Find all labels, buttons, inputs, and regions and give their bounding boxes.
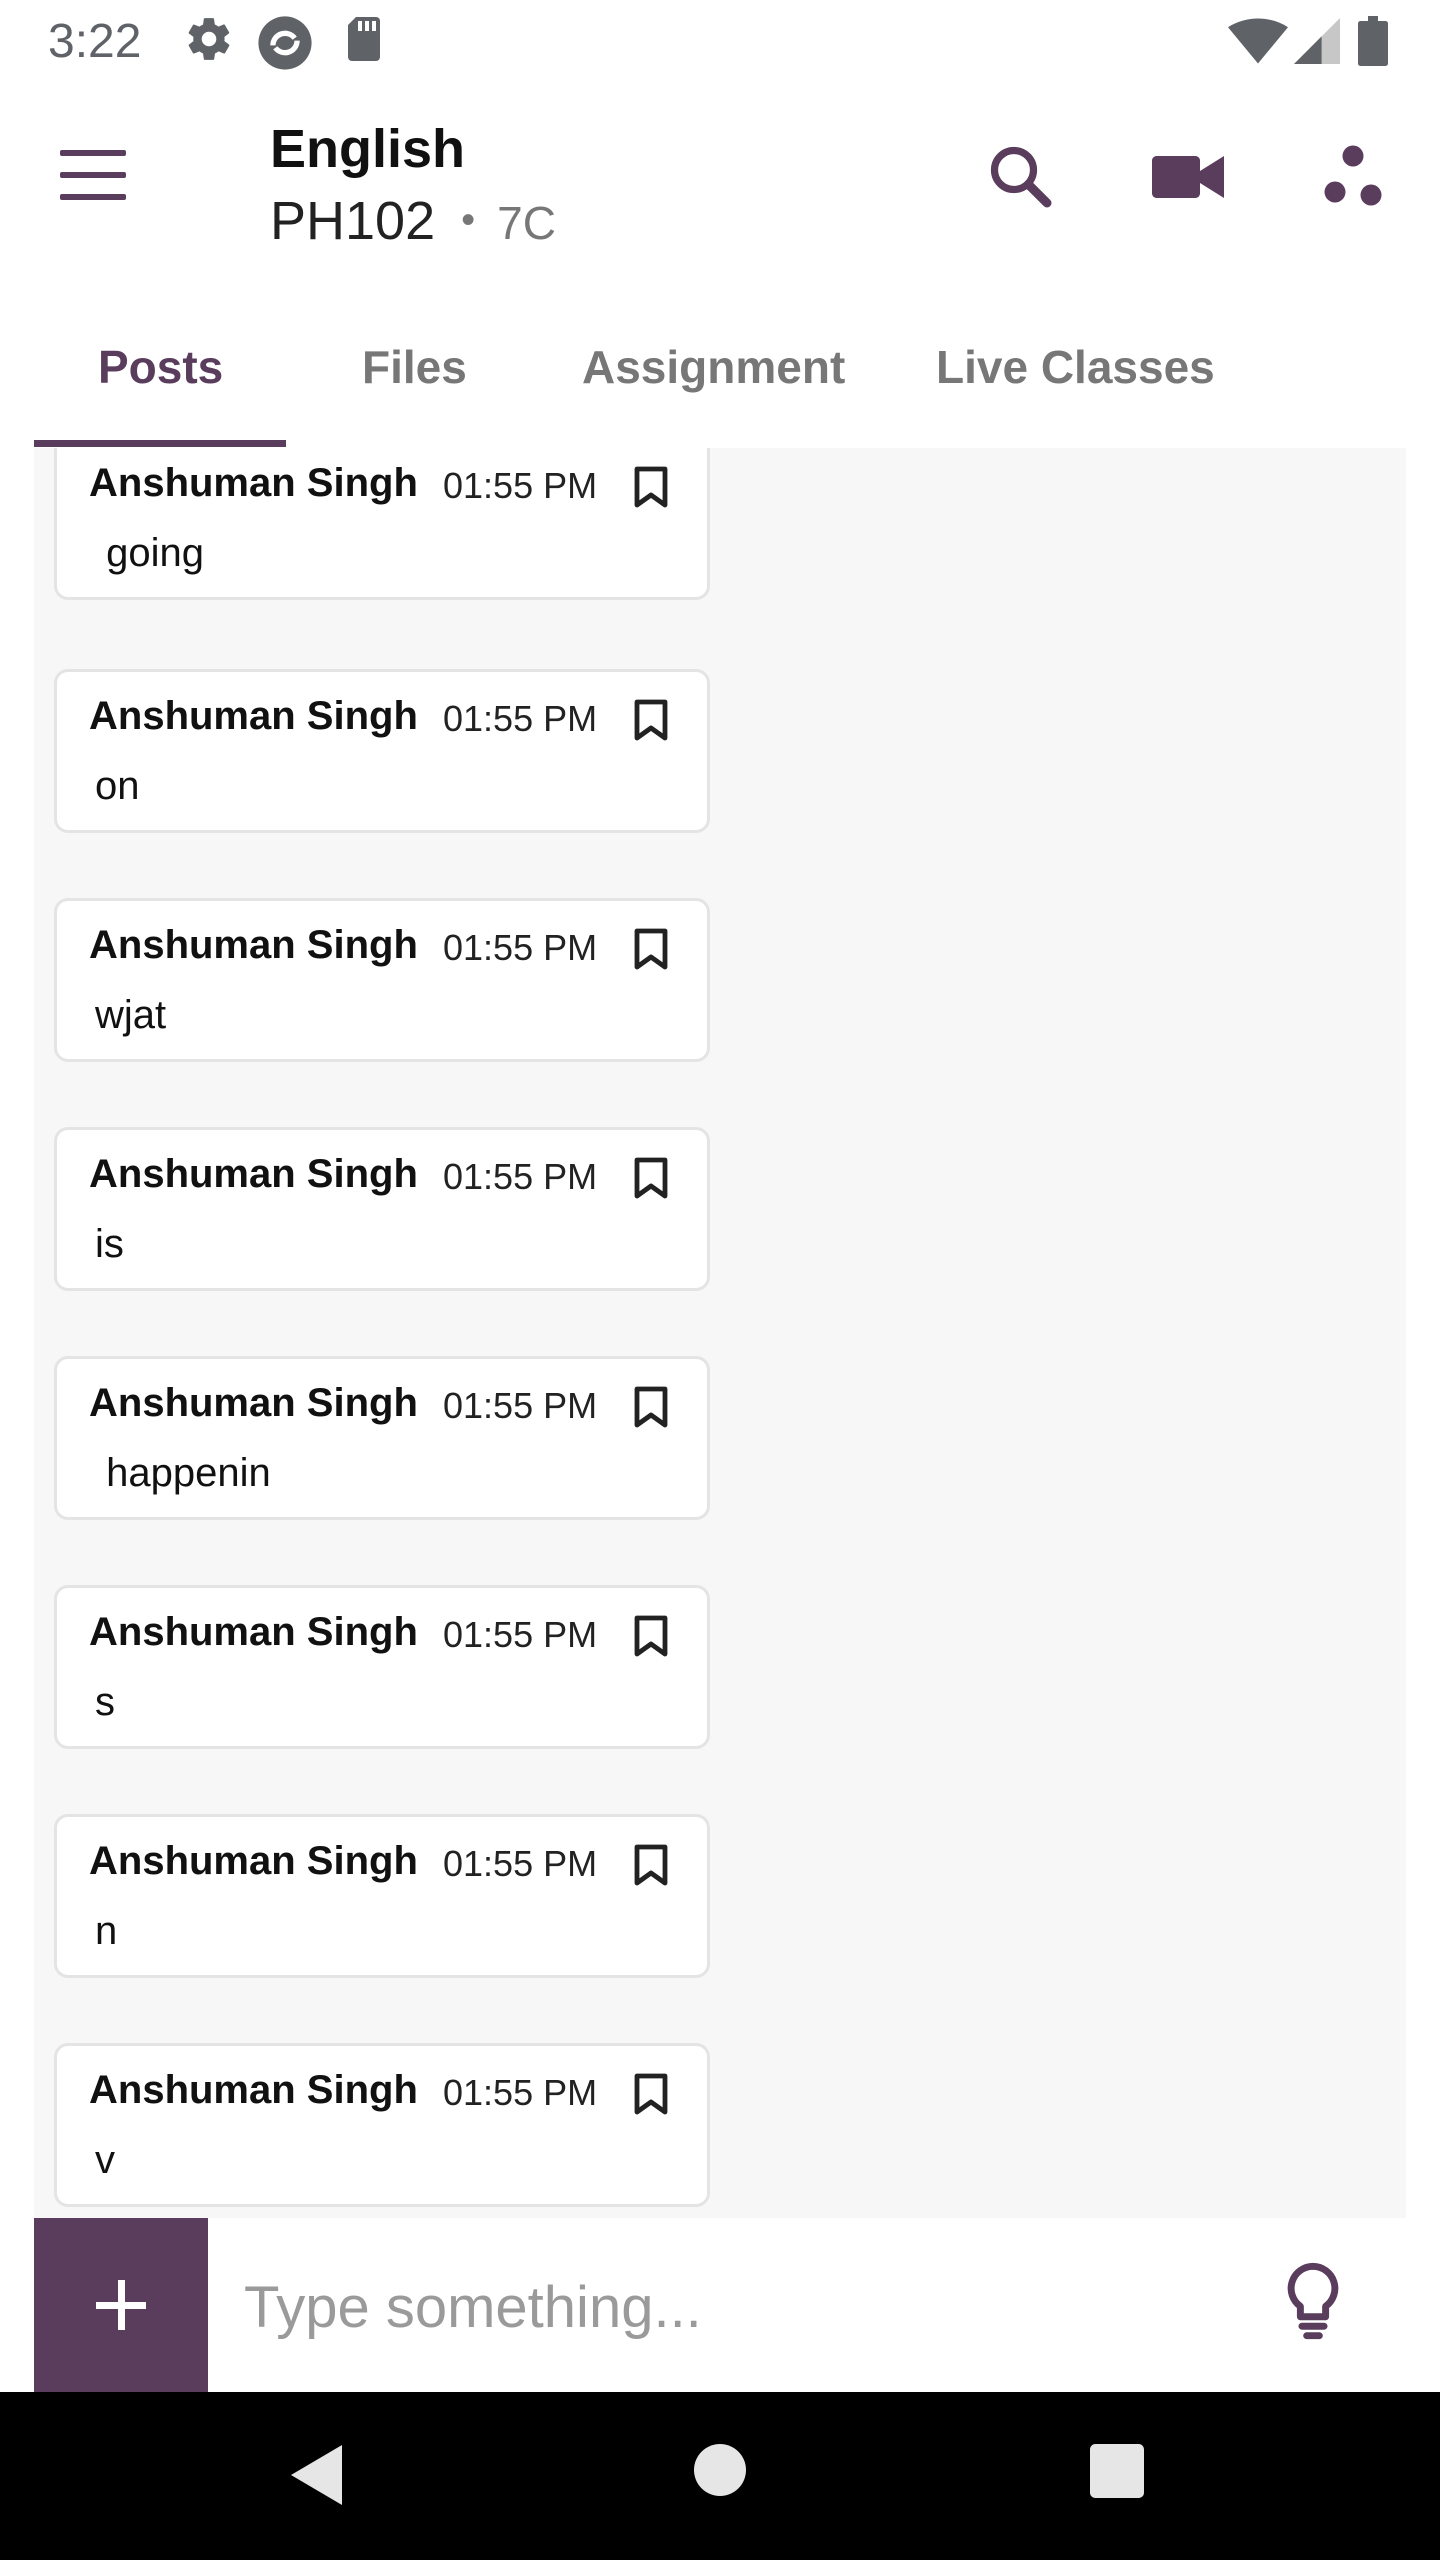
app-bar: English PH102 • 7C: [0, 84, 1440, 284]
post-message: n: [95, 1909, 118, 1953]
bookmark-icon[interactable]: [633, 1156, 669, 1205]
post-card[interactable]: Anshuman Singh 01:55 PM n: [54, 1814, 710, 1978]
post-time: 01:55 PM: [443, 1156, 598, 1197]
home-icon[interactable]: [694, 2444, 746, 2501]
post-message: s: [95, 1680, 115, 1724]
post-author: Anshuman Singh: [89, 923, 418, 967]
post-message: on: [95, 764, 140, 808]
wifi-icon: [1228, 18, 1288, 69]
status-time: 3:22: [48, 15, 142, 68]
post-message: wjat: [95, 993, 167, 1037]
page-subtitle: PH102 • 7C: [270, 190, 556, 252]
post-card[interactable]: Anshuman Singh 01:55 PM happenin: [54, 1356, 710, 1520]
recents-icon[interactable]: [1090, 2444, 1144, 2503]
bookmark-icon[interactable]: [633, 1843, 669, 1892]
post-author: Anshuman Singh: [89, 2068, 418, 2112]
post-card[interactable]: Anshuman Singh 01:55 PM is: [54, 1127, 710, 1291]
message-input[interactable]: [244, 2262, 1244, 2352]
tab-bar: Posts Files Assignment Live Classes: [0, 300, 1440, 448]
post-author: Anshuman Singh: [89, 694, 418, 738]
bookmark-icon[interactable]: [633, 1614, 669, 1663]
post-time: 01:55 PM: [443, 1614, 598, 1655]
post-card[interactable]: Anshuman Singh 01:55 PM wjat: [54, 898, 710, 1062]
battery-icon: [1358, 16, 1388, 71]
post-card[interactable]: Anshuman Singh 01:55 PM going: [54, 448, 710, 600]
bookmark-icon[interactable]: [633, 465, 669, 514]
system-nav-bar: [0, 2392, 1440, 2560]
post-author: Anshuman Singh: [89, 1381, 418, 1425]
back-icon[interactable]: [288, 2442, 348, 2513]
section-label: 7C: [497, 197, 556, 249]
bookmark-icon[interactable]: [633, 927, 669, 976]
share-icon[interactable]: [1322, 144, 1384, 215]
post-message: going: [95, 531, 204, 575]
separator-dot: •: [461, 198, 476, 242]
post-time: 01:55 PM: [443, 1843, 598, 1884]
add-attachment-button[interactable]: [34, 2218, 208, 2392]
message-composer: [34, 2218, 1440, 2392]
signal-icon: [1294, 18, 1340, 69]
sync-icon: [256, 14, 314, 77]
search-icon[interactable]: [984, 140, 1056, 217]
post-card[interactable]: Anshuman Singh 01:55 PM s: [54, 1585, 710, 1749]
post-author: Anshuman Singh: [89, 461, 418, 505]
settings-icon: [184, 14, 234, 69]
post-author: Anshuman Singh: [89, 1152, 418, 1196]
post-author: Anshuman Singh: [89, 1610, 418, 1654]
tab-live-classes[interactable]: Live Classes: [936, 340, 1215, 394]
tab-files[interactable]: Files: [362, 340, 467, 394]
lightbulb-icon[interactable]: [1280, 2260, 1346, 2347]
post-card[interactable]: Anshuman Singh 01:55 PM on: [54, 669, 710, 833]
post-time: 01:55 PM: [443, 927, 598, 968]
post-time: 01:55 PM: [443, 465, 598, 506]
post-message: v: [95, 2138, 115, 2182]
bookmark-icon[interactable]: [633, 698, 669, 747]
page-title: English: [270, 119, 466, 179]
sd-card-icon: [344, 14, 384, 69]
post-time: 01:55 PM: [443, 698, 598, 739]
active-tab-indicator: [34, 440, 286, 447]
bookmark-icon[interactable]: [633, 1385, 669, 1434]
bookmark-icon[interactable]: [633, 2072, 669, 2121]
post-time: 01:55 PM: [443, 1385, 598, 1426]
tab-assignment[interactable]: Assignment: [582, 340, 845, 394]
menu-icon[interactable]: [60, 150, 130, 202]
posts-feed[interactable]: Anshuman Singh 01:55 PM going Anshuman S…: [34, 448, 1406, 2218]
post-message: happenin: [95, 1451, 271, 1495]
course-code: PH102: [270, 191, 436, 251]
post-message: is: [95, 1222, 124, 1266]
video-camera-icon[interactable]: [1152, 152, 1224, 207]
post-time: 01:55 PM: [443, 2072, 598, 2113]
post-card[interactable]: Anshuman Singh 01:55 PM v: [54, 2043, 710, 2207]
status-bar: 3:22: [0, 0, 1440, 84]
post-author: Anshuman Singh: [89, 1839, 418, 1883]
tab-posts[interactable]: Posts: [98, 340, 223, 394]
